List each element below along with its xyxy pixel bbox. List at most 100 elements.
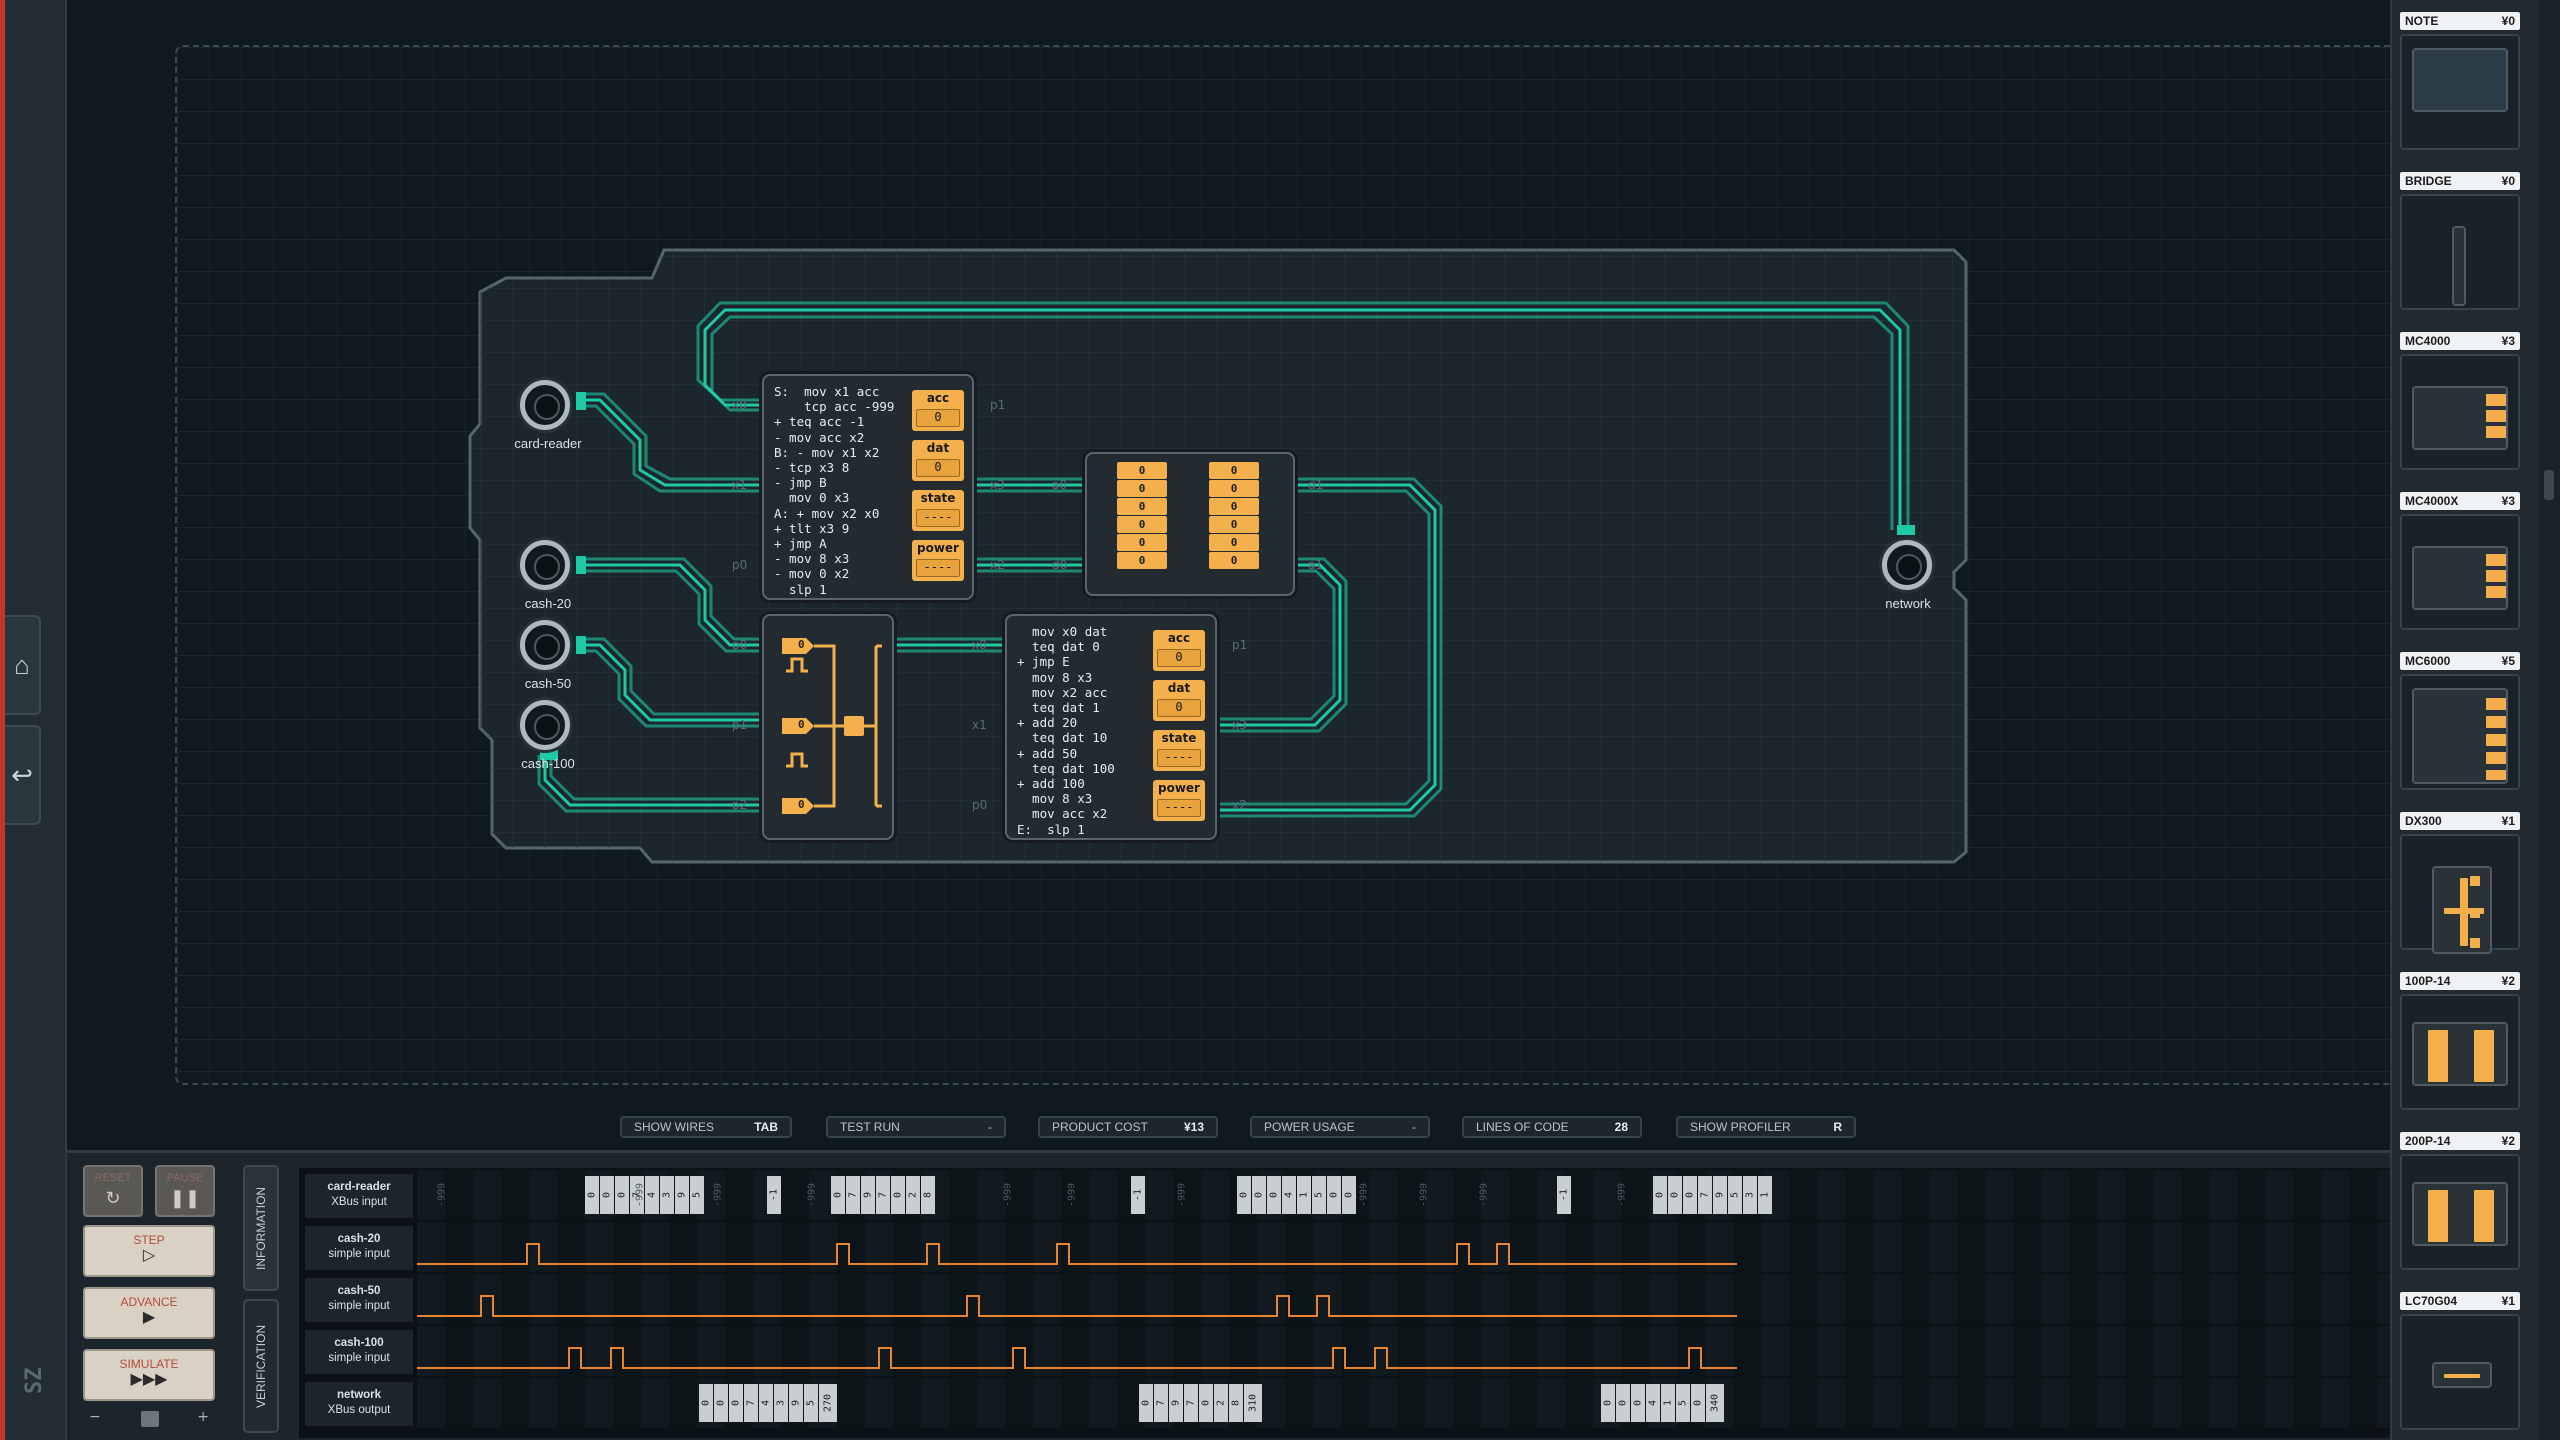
- cash-20-port[interactable]: [520, 540, 570, 590]
- pause-button[interactable]: PAUSE ❚❚: [155, 1165, 215, 1217]
- component-thumbnail: [2412, 386, 2508, 450]
- shop-item-200p-14[interactable]: 200P-14 ¥2: [2400, 1132, 2520, 1270]
- shop-item-header: 200P-14 ¥2: [2400, 1132, 2520, 1150]
- shop-item-header: BRIDGE ¥0: [2400, 172, 2520, 190]
- show-wires-button[interactable]: SHOW WIRES TAB: [620, 1116, 792, 1138]
- shop-item-price: ¥2: [2501, 974, 2515, 988]
- packet-value: 310: [1244, 1384, 1262, 1422]
- packet-value: 0: [1631, 1384, 1645, 1422]
- packet-value: 7: [846, 1176, 860, 1214]
- show-profiler-button[interactable]: SHOW PROFILER R: [1676, 1116, 1856, 1138]
- tab-verification[interactable]: VERIFICATION: [243, 1299, 279, 1433]
- packet-value: 0: [1252, 1176, 1266, 1214]
- dx-pin-p0: p0: [732, 638, 748, 652]
- shop-item-price: ¥0: [2501, 174, 2515, 188]
- packet-value: 0: [585, 1176, 599, 1214]
- mc6000-chip-2[interactable]: mov x0 dat teq dat 0 + jmp E mov 8 x3 mo…: [1005, 614, 1217, 840]
- chip2-pin-p1: p1: [1232, 638, 1248, 652]
- card-reader-port[interactable]: [520, 380, 570, 430]
- ram-cell: 0: [1209, 552, 1259, 569]
- thumbnail-mark: [2486, 698, 2506, 710]
- shop-item-price: ¥3: [2501, 494, 2515, 508]
- packet-value: 3: [774, 1384, 788, 1422]
- packet-value: 0: [714, 1384, 728, 1422]
- thumbnail-mark: [2486, 410, 2506, 422]
- signal-row-card-reader: card-reader XBus input -999 0 0 0 7 4 3 9 5 -999 -99…: [299, 1170, 2449, 1220]
- shop-item-bridge[interactable]: BRIDGE ¥0: [2400, 172, 2520, 310]
- reset-button[interactable]: RESET ↻: [83, 1165, 143, 1217]
- reset-icon: ↻: [105, 1188, 121, 1208]
- packet-value: 4: [1282, 1176, 1296, 1214]
- tab-information[interactable]: INFORMATION: [243, 1165, 279, 1291]
- packet-value: 0: [1139, 1384, 1153, 1422]
- chip2-code[interactable]: mov x0 dat teq dat 0 + jmp E mov 8 x3 mo…: [1017, 624, 1115, 837]
- advance-button[interactable]: ADVANCE ▶: [83, 1287, 215, 1339]
- thumbnail-mark: [2470, 908, 2480, 918]
- stats-toolbar: SHOW WIRES TAB TEST RUN - PRODUCT COST ¥13 …: [0, 1116, 2390, 1140]
- dx-val-0: 0: [798, 638, 805, 651]
- xbus-packet: -999: [1415, 1176, 1434, 1214]
- packet-value: -999: [806, 1182, 818, 1208]
- shop-item-name: BRIDGE: [2405, 174, 2452, 188]
- packet-value: 0: [615, 1176, 629, 1214]
- packet-value: 4: [759, 1384, 773, 1422]
- shop-item-preview: [2400, 674, 2520, 790]
- step-button[interactable]: STEP ▷: [83, 1225, 215, 1277]
- dx300-chip[interactable]: 0 0 0: [762, 614, 894, 840]
- ram-200p-chip[interactable]: 0 0 0 0 0 0 0 0 0 0 0 0: [1085, 452, 1295, 596]
- ram-cell: 0: [1209, 462, 1259, 479]
- component-thumbnail: [2432, 866, 2492, 954]
- packet-value: 8: [921, 1176, 935, 1214]
- signal-timeline: card-reader XBus input -999 0 0 0 7 4 3 9 5 -999 -99…: [299, 1168, 2449, 1438]
- packet-value: 2: [1214, 1384, 1228, 1422]
- simulate-button[interactable]: SIMULATE ▶▶▶: [83, 1349, 215, 1401]
- packet-value: 1: [1758, 1176, 1772, 1214]
- packet-value: 0: [1691, 1384, 1705, 1422]
- ram-pin-d1: d1: [1308, 478, 1324, 492]
- shop-item-preview: [2400, 354, 2520, 470]
- packet-value: 340: [1706, 1384, 1724, 1422]
- signal-track: [417, 1222, 2447, 1272]
- xbus-packet: -1: [767, 1176, 782, 1214]
- packet-value: 0: [1683, 1176, 1697, 1214]
- packet-value: 5: [1676, 1384, 1690, 1422]
- shop-item-mc6000[interactable]: MC6000 ¥5: [2400, 652, 2520, 790]
- component-thumbnail: [2412, 1182, 2508, 1246]
- thumbnail-mark: [2486, 554, 2506, 566]
- packet-value: -999: [1066, 1182, 1078, 1208]
- packet-value: -999: [1176, 1182, 1188, 1208]
- packet-value: 7: [1154, 1384, 1168, 1422]
- left-toolstrip: [5, 0, 67, 1440]
- shop-item-mc4000[interactable]: MC4000 ¥3: [2400, 332, 2520, 470]
- network-port[interactable]: [1882, 540, 1932, 590]
- home-button[interactable]: ⌂: [5, 615, 41, 715]
- packet-value: 3: [1743, 1176, 1757, 1214]
- dx-pin-x0: x0: [972, 638, 987, 652]
- shop-item-lc70g04[interactable]: LC70G04 ¥1: [2400, 1292, 2520, 1430]
- scrollbar-thumb[interactable]: [2544, 470, 2554, 500]
- packet-value: 7: [876, 1176, 890, 1214]
- shop-item-header: DX300 ¥1: [2400, 812, 2520, 830]
- chip1-code[interactable]: S: mov x1 acc tcp acc -999 + teq acc -1 …: [774, 384, 894, 597]
- shop-scrollbar[interactable]: [2538, 0, 2560, 1440]
- dx-pin-p2: p2: [732, 798, 748, 812]
- packet-value: 8: [1229, 1384, 1243, 1422]
- thumbnail-mark: [2486, 734, 2506, 746]
- slider-thumb[interactable]: [141, 1411, 159, 1427]
- cash-100-port[interactable]: [520, 700, 570, 750]
- signal-row-cash-100: cash-100 simple input: [299, 1326, 2449, 1376]
- shop-item-name: LC70G04: [2405, 1294, 2458, 1308]
- xbus-packet: -999: [1063, 1176, 1082, 1214]
- shop-item-mc4000x[interactable]: MC4000X ¥3: [2400, 492, 2520, 630]
- chip2-pin-x2: x2: [1232, 798, 1247, 812]
- speed-slider[interactable]: − +: [83, 1409, 215, 1429]
- shop-item-note[interactable]: NOTE ¥0: [2400, 12, 2520, 150]
- shop-item-dx300[interactable]: DX300 ¥1: [2400, 812, 2520, 954]
- shop-item-100p-14[interactable]: 100P-14 ¥2: [2400, 972, 2520, 1110]
- packet-value: 7: [744, 1384, 758, 1422]
- undo-button[interactable]: ↩: [5, 725, 41, 825]
- xbus-packet: 00041500: [1237, 1176, 1357, 1214]
- card-reader-label: card-reader: [514, 436, 582, 451]
- mc6000-chip-1[interactable]: S: mov x1 acc tcp acc -999 + teq acc -1 …: [762, 374, 974, 600]
- cash-50-port[interactable]: [520, 620, 570, 670]
